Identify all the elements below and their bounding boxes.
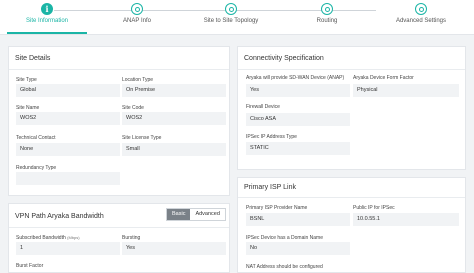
nat-address-label: NAT Address should be configured [246, 264, 323, 270]
bandwidth-unit: (Mbps) [67, 235, 80, 240]
anap-provided-value: Yes [246, 84, 350, 97]
technical-contact-label: Technical Contact [16, 135, 56, 141]
device-form-factor-value: Physical [353, 84, 459, 97]
site-details-title: Site Details [15, 55, 51, 62]
redundancy-type-label: Redundancy Type [16, 165, 57, 171]
domain-name-label: IPSec Device has a Domain Name [246, 235, 323, 241]
site-name-label: Site Name [16, 105, 40, 111]
public-ip-value: 10.0.55.1 [353, 213, 459, 226]
step-label: Routing [316, 18, 338, 24]
subscribed-bandwidth-text: Subscribed Bandwidth [16, 235, 66, 241]
divider [9, 227, 229, 228]
ipsec-address-type-label: IPSec IP Address Type [246, 134, 297, 140]
site-type-value: Global [16, 84, 120, 97]
site-code-label: Site Code [122, 105, 144, 111]
ipsec-address-type-value: STATIC [246, 142, 350, 155]
technical-contact-value: None [16, 143, 120, 156]
bursting-value: Yes [122, 242, 226, 255]
basic-toggle-button[interactable]: Basic [167, 209, 191, 220]
divider [9, 69, 229, 70]
isp-provider-value: BSNL [246, 213, 350, 226]
connectivity-title: Connectivity Specification [244, 55, 324, 62]
step-advanced-settings[interactable]: Advanced Settings [376, 3, 466, 24]
step-dot-icon [225, 3, 237, 15]
location-type-label: Location Type [122, 77, 154, 83]
step-anap-info[interactable]: ANAP Info [92, 3, 182, 24]
site-details-card: Site Details Site Type Global Location T… [8, 46, 230, 196]
burst-factor-label: Burst Factor [16, 263, 44, 269]
step-site-to-site-topology[interactable]: Site to Site Topology [186, 3, 276, 24]
step-dot-icon [321, 3, 333, 15]
domain-name-value: No [246, 242, 350, 255]
device-form-factor-label: Aryaka Device Form Factor [353, 75, 414, 81]
divider [238, 197, 465, 198]
info-icon: i [41, 3, 53, 15]
public-ip-label: Public IP for IPSec [353, 205, 395, 211]
step-label: ANAP Info [123, 18, 151, 24]
site-license-type-value: Small [122, 143, 226, 156]
step-label: Site to Site Topology [203, 18, 259, 24]
bandwidth-mode-toggle: Basic Advanced [166, 208, 226, 221]
active-step-indicator [7, 32, 87, 34]
step-routing[interactable]: Routing [282, 3, 372, 24]
isp-provider-label: Primary ISP Provider Name [246, 205, 308, 211]
redundancy-type-value [16, 172, 120, 185]
site-name-value: WOS2 [16, 112, 120, 125]
location-type-value: On Premise [122, 84, 226, 97]
step-site-information[interactable]: i Site Information [2, 3, 92, 24]
step-label: Site Information [25, 18, 69, 24]
subscribed-bandwidth-value: 1 [16, 242, 120, 255]
advanced-toggle-button[interactable]: Advanced [190, 209, 224, 220]
primary-isp-title: Primary ISP Link [244, 184, 296, 191]
firewall-device-value: Cisco ASA [246, 113, 350, 126]
site-code-value: WOS2 [122, 112, 226, 125]
step-dot-icon [415, 3, 427, 15]
vpn-bandwidth-title: VPN Path Aryaka Bandwidth [15, 213, 104, 220]
wizard-stepper: i Site Information ANAP Info Site to Sit… [0, 0, 474, 35]
firewall-device-label: Firewall Device [246, 104, 280, 110]
step-dot-icon [131, 3, 143, 15]
connectivity-card: Connectivity Specification Aryaka will p… [237, 46, 466, 170]
primary-isp-card: Primary ISP Link Primary ISP Provider Na… [237, 177, 466, 273]
subscribed-bandwidth-label: Subscribed Bandwidth (Mbps) [16, 235, 80, 241]
divider [238, 69, 465, 70]
site-license-type-label: Site License Type [122, 135, 162, 141]
step-label: Advanced Settings [395, 18, 447, 24]
anap-provided-label: Aryaka will provide SD-WAN Device (ANAP) [246, 75, 345, 81]
site-type-label: Site Type [16, 77, 37, 83]
bursting-label: Bursting [122, 235, 141, 241]
